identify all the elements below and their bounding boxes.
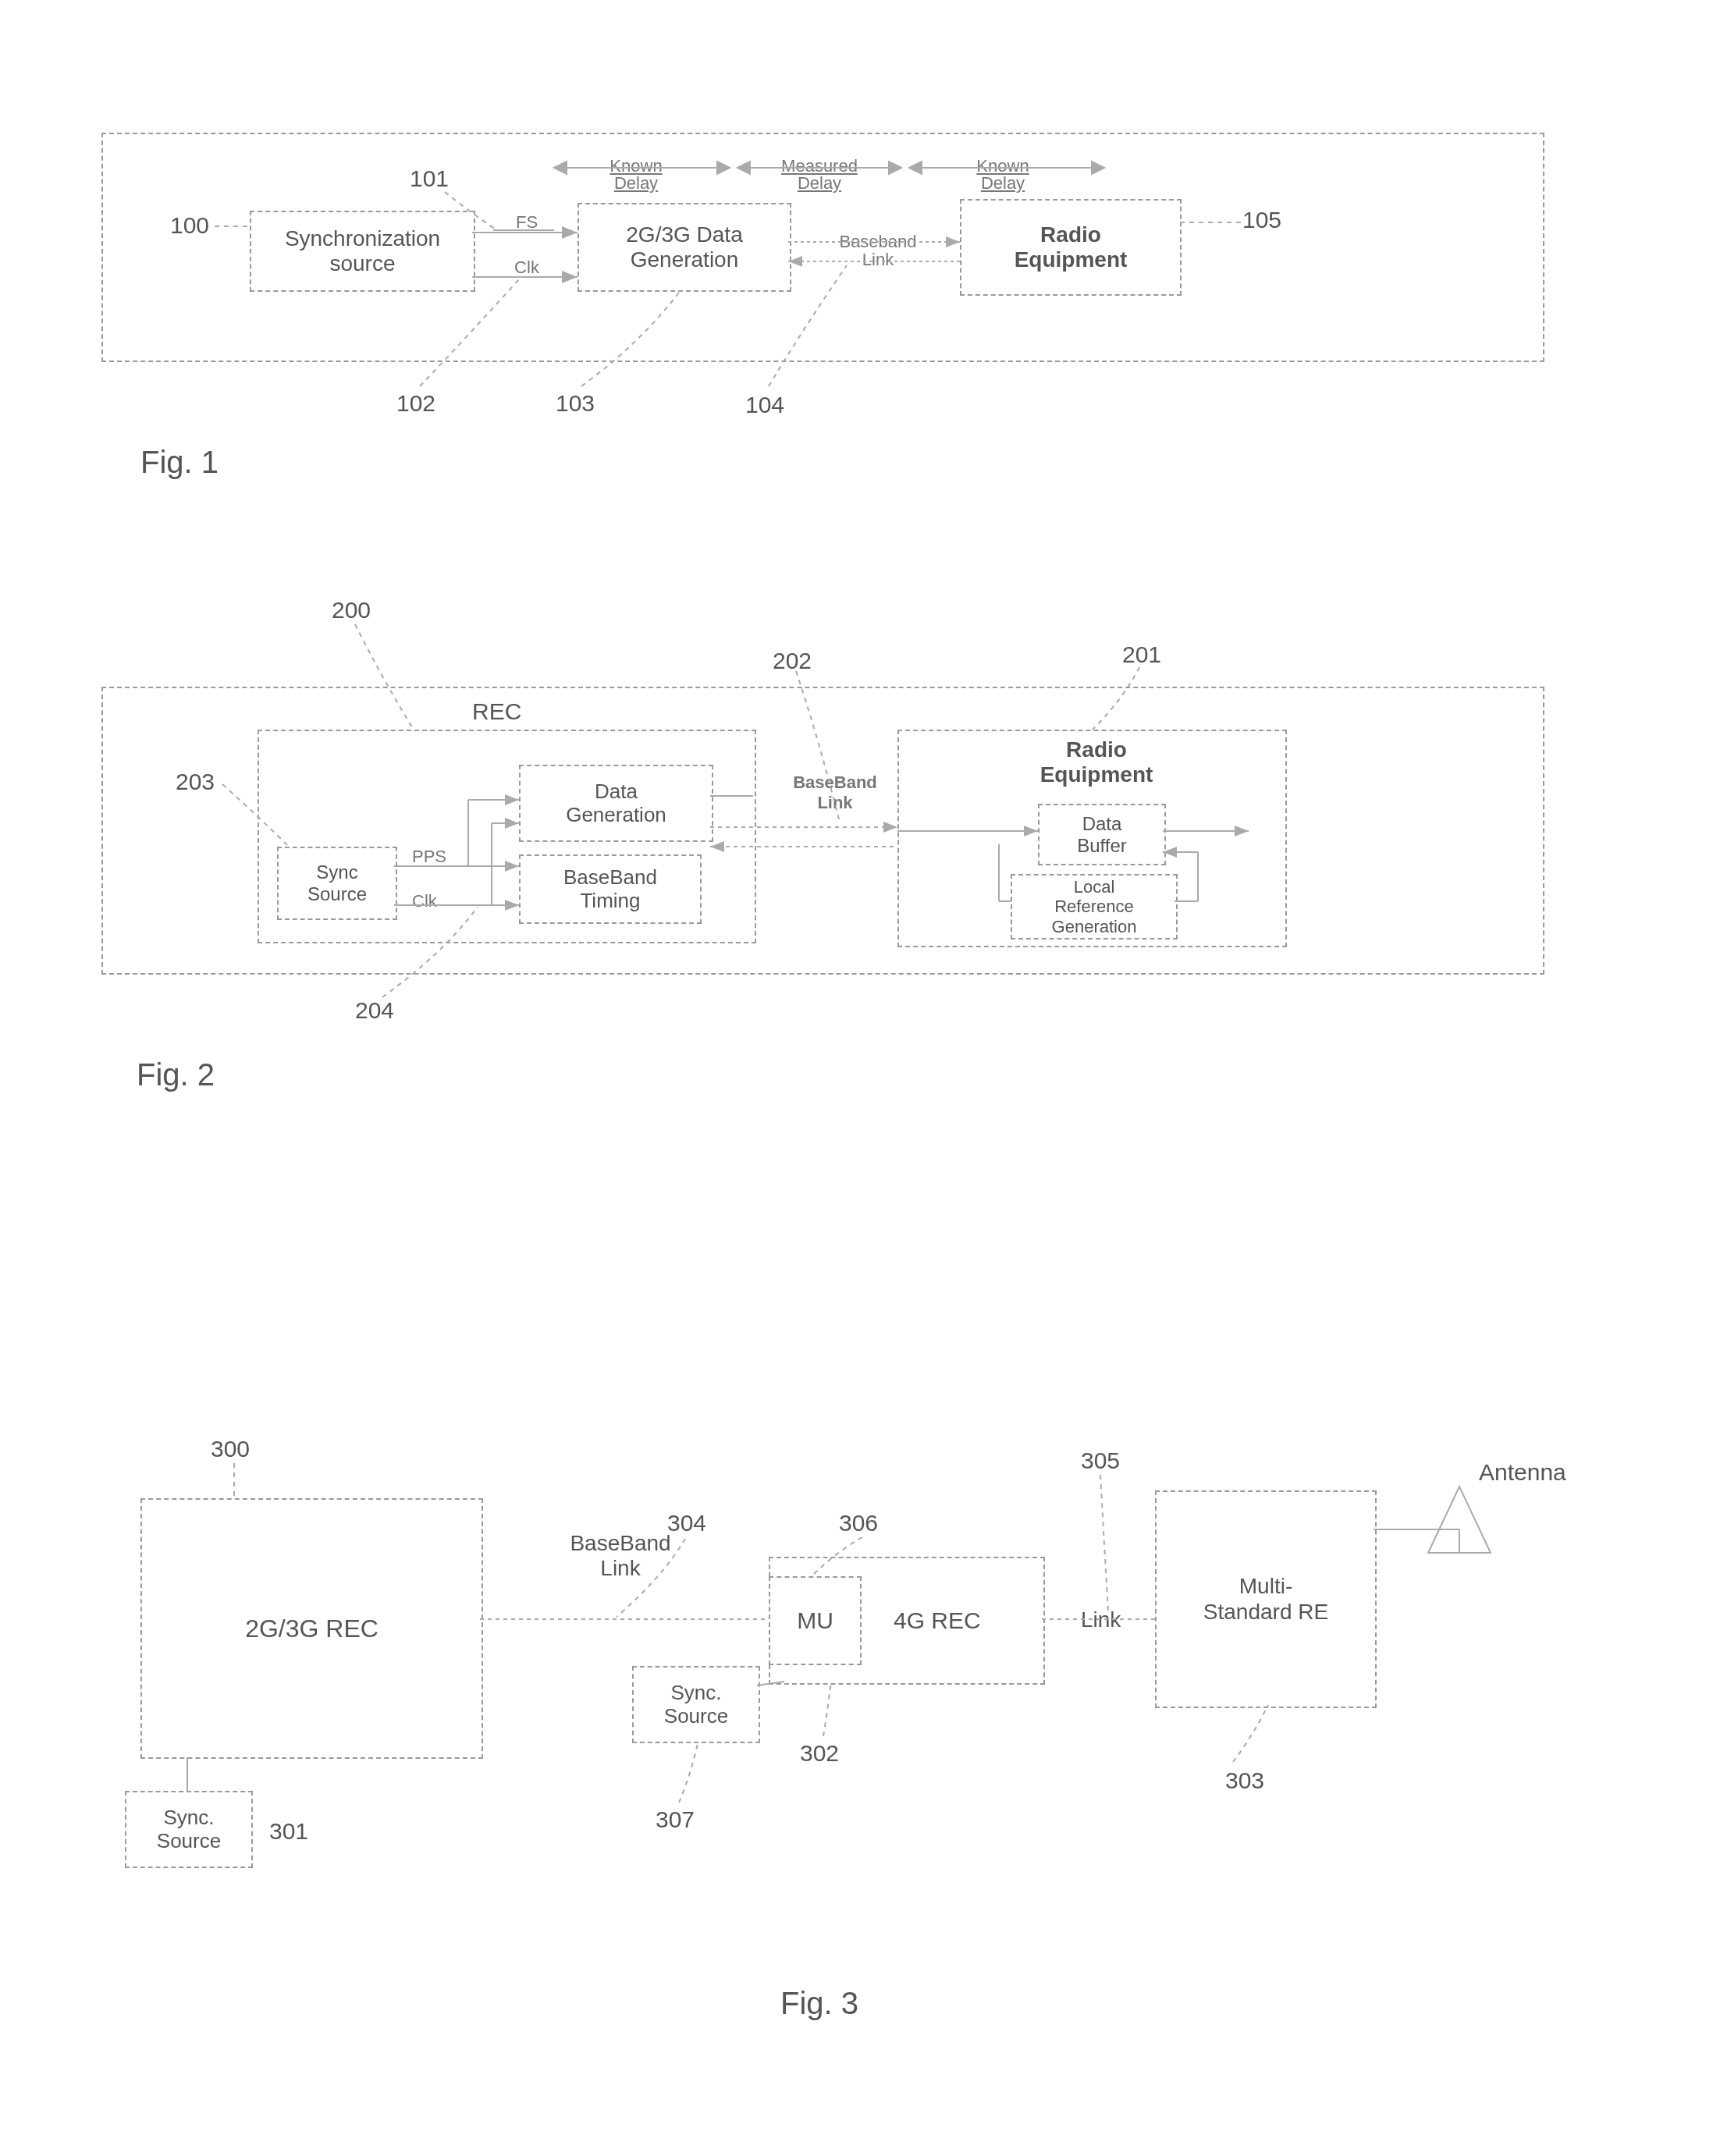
- svg-line-51: [757, 1682, 784, 1685]
